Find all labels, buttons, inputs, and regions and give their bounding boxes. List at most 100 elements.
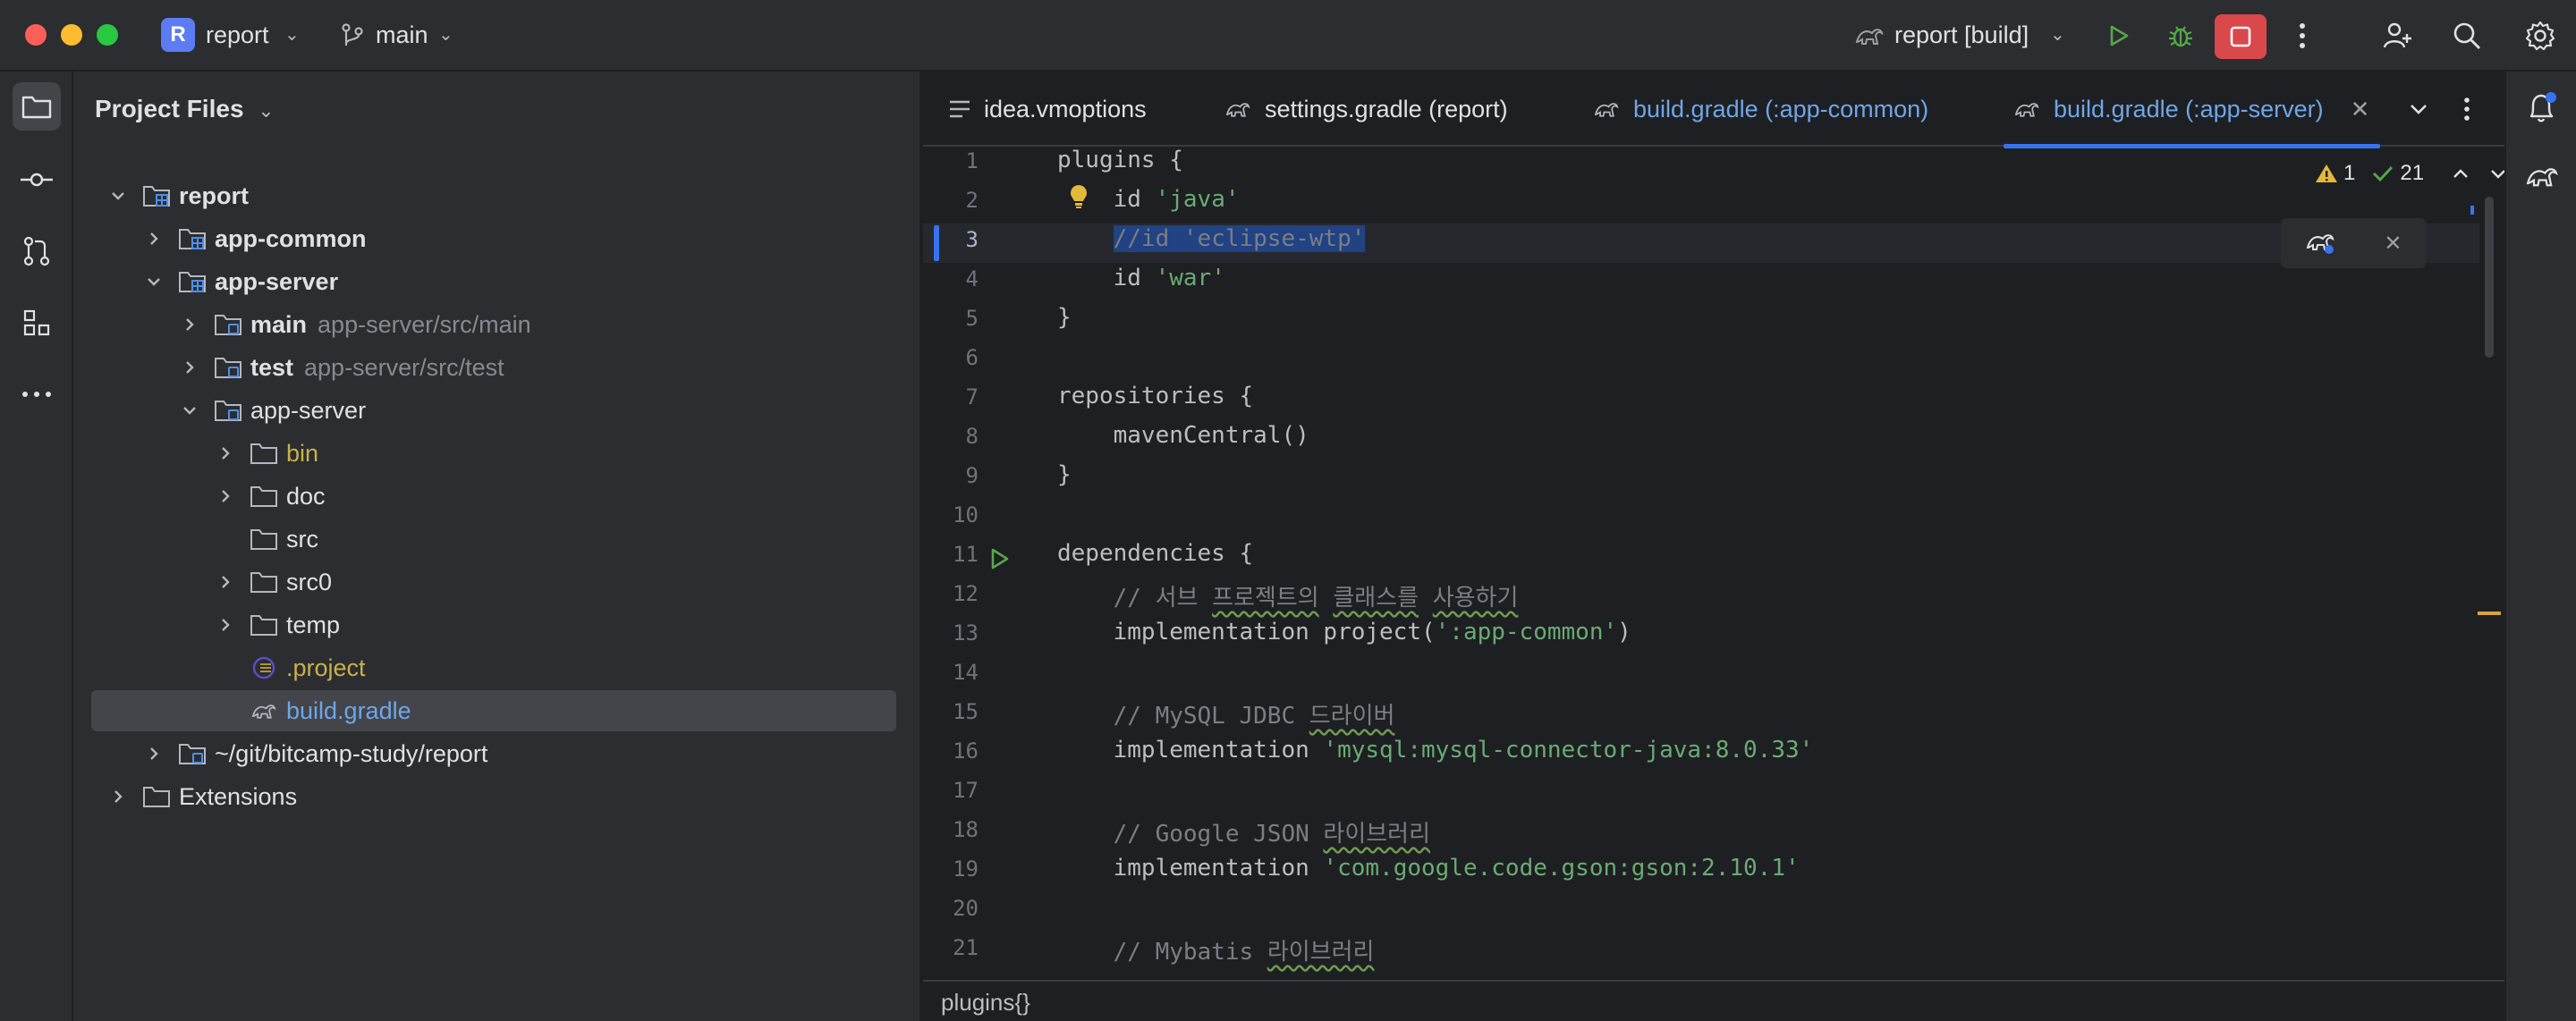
chevron-down-icon[interactable]: [107, 175, 129, 216]
chevron-right-icon[interactable]: [215, 561, 236, 603]
tab-settings-gradle[interactable]: settings.gradle (report): [1224, 72, 1508, 147]
tree-item-app-common[interactable]: app-common: [91, 218, 896, 259]
code-token: implementation project(: [1057, 619, 1436, 646]
commit-icon[interactable]: [13, 156, 61, 204]
folder-icon: [249, 440, 279, 467]
chevron-right-icon[interactable]: [179, 347, 200, 388]
chevron-down-icon[interactable]: ⌄: [258, 99, 274, 122]
chevron-right-icon[interactable]: [215, 604, 236, 646]
structure-icon[interactable]: [13, 299, 61, 347]
chevron-right-icon[interactable]: [215, 476, 236, 517]
tree-item-src[interactable]: src: [91, 519, 896, 560]
pull-request-icon[interactable]: [13, 227, 61, 275]
debug-icon[interactable]: [2161, 16, 2200, 55]
gradle-icon[interactable]: [2524, 161, 2560, 196]
tree-item-git-root[interactable]: ~/git/bitcamp-study/report: [91, 733, 896, 774]
tree-item-doc[interactable]: doc: [91, 476, 896, 517]
tree-item-app-server[interactable]: app-server: [91, 261, 896, 302]
project-badge[interactable]: R: [161, 18, 195, 52]
chevron-right-icon[interactable]: [179, 304, 200, 345]
code-line[interactable]: implementation 'com.google.code.gson:gso…: [1057, 855, 1800, 882]
code-token: ): [1617, 619, 1631, 646]
code-line[interactable]: repositories {: [1057, 383, 1253, 409]
chevron-down-icon: [2411, 105, 2427, 114]
tree-item-bin[interactable]: bin: [91, 433, 896, 474]
close-window-button[interactable]: [25, 24, 47, 46]
add-user-icon[interactable]: [2377, 16, 2417, 55]
code-line[interactable]: // MySQL JDBC 드라이버: [1057, 697, 1395, 730]
code-line[interactable]: implementation project(':app-common'): [1057, 619, 1631, 646]
branch-icon[interactable]: [333, 16, 372, 55]
chevron-down-icon[interactable]: ⌄: [438, 23, 453, 46]
project-name[interactable]: report: [206, 21, 269, 49]
chevron-right-icon[interactable]: [143, 733, 165, 774]
tree-item-app-server-folder[interactable]: app-server: [91, 390, 896, 431]
code-line[interactable]: }: [1057, 304, 1072, 331]
scrollbar-warning-marker[interactable]: [2478, 612, 2501, 615]
tab-build-gradle-app-common[interactable]: build.gradle (:app-common): [1592, 72, 1928, 147]
code-line[interactable]: // 서브 프로젝트의 클래스를 사용하기: [1057, 579, 1519, 612]
close-icon[interactable]: ✕: [2351, 96, 2370, 123]
more-icon[interactable]: [2283, 16, 2322, 55]
editor-tabs-more[interactable]: [2463, 72, 2470, 147]
chevron-down-icon[interactable]: [179, 390, 200, 431]
chevron-down-icon[interactable]: [143, 261, 165, 302]
search-icon[interactable]: [2447, 16, 2487, 55]
comment-token: // Mybatis: [1057, 939, 1267, 966]
code-line[interactable]: id 'war': [1057, 265, 1225, 291]
tree-item-label: doc: [286, 482, 326, 510]
run-icon[interactable]: [2098, 16, 2138, 55]
vertical-scrollbar[interactable]: [2485, 197, 2494, 358]
settings-icon[interactable]: [2521, 16, 2560, 55]
chevron-up-icon[interactable]: [2451, 164, 2470, 183]
line-number: 17: [953, 778, 979, 803]
code-line[interactable]: dependencies {: [1057, 540, 1253, 567]
branch-name[interactable]: main: [376, 21, 428, 49]
tab-build-gradle-app-server[interactable]: build.gradle (:app-server) ✕: [2003, 72, 2381, 148]
code-line[interactable]: //id 'eclipse-wtp': [1057, 225, 1366, 252]
tree-item-path-hint: app-server/src/test: [304, 353, 504, 381]
title-bar: R report ⌄ main ⌄ report [build] ⌄: [0, 0, 2576, 72]
chevron-down-icon[interactable]: ⌄: [284, 23, 300, 46]
run-gutter-icon[interactable]: [986, 545, 1013, 577]
code-line[interactable]: id 'java': [1057, 186, 1240, 213]
tree-item-main[interactable]: main app-server/src/main: [91, 304, 896, 345]
tab-list-dropdown[interactable]: [2408, 72, 2429, 147]
module-folder-icon: [177, 268, 208, 295]
tree-item-dot-project[interactable]: .project: [91, 647, 896, 688]
code-line[interactable]: mavenCentral(): [1057, 422, 1309, 449]
breadcrumb[interactable]: plugins{}: [941, 989, 1030, 1017]
code-line[interactable]: }: [1057, 461, 1072, 488]
tree-item-test[interactable]: test app-server/src/test: [91, 347, 896, 388]
code-line[interactable]: implementation 'mysql:mysql-connector-ja…: [1057, 737, 1814, 764]
source-set-icon: [213, 354, 243, 381]
zoom-window-button[interactable]: [97, 24, 118, 46]
warning-count: 1: [2343, 161, 2356, 185]
editor-tab-bar: idea.vmoptions settings.gradle (report) …: [923, 72, 2504, 148]
chevron-right-icon[interactable]: [143, 218, 165, 259]
code-line[interactable]: // Mybatis 라이브러리: [1057, 933, 1375, 966]
gradle-reload-icon[interactable]: [2304, 228, 2336, 259]
tab-idea-vmoptions[interactable]: idea.vmoptions: [948, 72, 1147, 147]
more-icon[interactable]: [13, 370, 61, 418]
tree-item-report[interactable]: report: [91, 175, 896, 216]
chevron-right-icon[interactable]: [215, 433, 236, 474]
code-line[interactable]: plugins {: [1057, 147, 1183, 173]
tree-item-temp[interactable]: temp: [91, 604, 896, 646]
tree-item-build-gradle[interactable]: build.gradle: [91, 690, 896, 731]
run-configuration[interactable]: report [build]: [1894, 21, 2029, 49]
chevron-right-icon[interactable]: [107, 776, 129, 817]
code-line[interactable]: // Google JSON 라이브러리: [1057, 815, 1430, 848]
folder-icon: [249, 483, 279, 510]
folder-icon[interactable]: [13, 82, 61, 131]
tree-item-src0[interactable]: src0: [91, 561, 896, 603]
stop-button[interactable]: [2215, 14, 2267, 59]
minimize-window-button[interactable]: [61, 24, 82, 46]
inspection-widget[interactable]: 1 21: [2315, 161, 2508, 186]
tree-item-extensions[interactable]: Extensions: [91, 776, 896, 817]
close-icon[interactable]: ✕: [2384, 231, 2402, 257]
notifications-icon[interactable]: [2524, 89, 2560, 130]
gradle-reload-popup: ✕: [2281, 218, 2426, 268]
chevron-down-icon[interactable]: ⌄: [2050, 23, 2065, 46]
project-panel-title[interactable]: Project Files ⌄: [95, 95, 275, 123]
